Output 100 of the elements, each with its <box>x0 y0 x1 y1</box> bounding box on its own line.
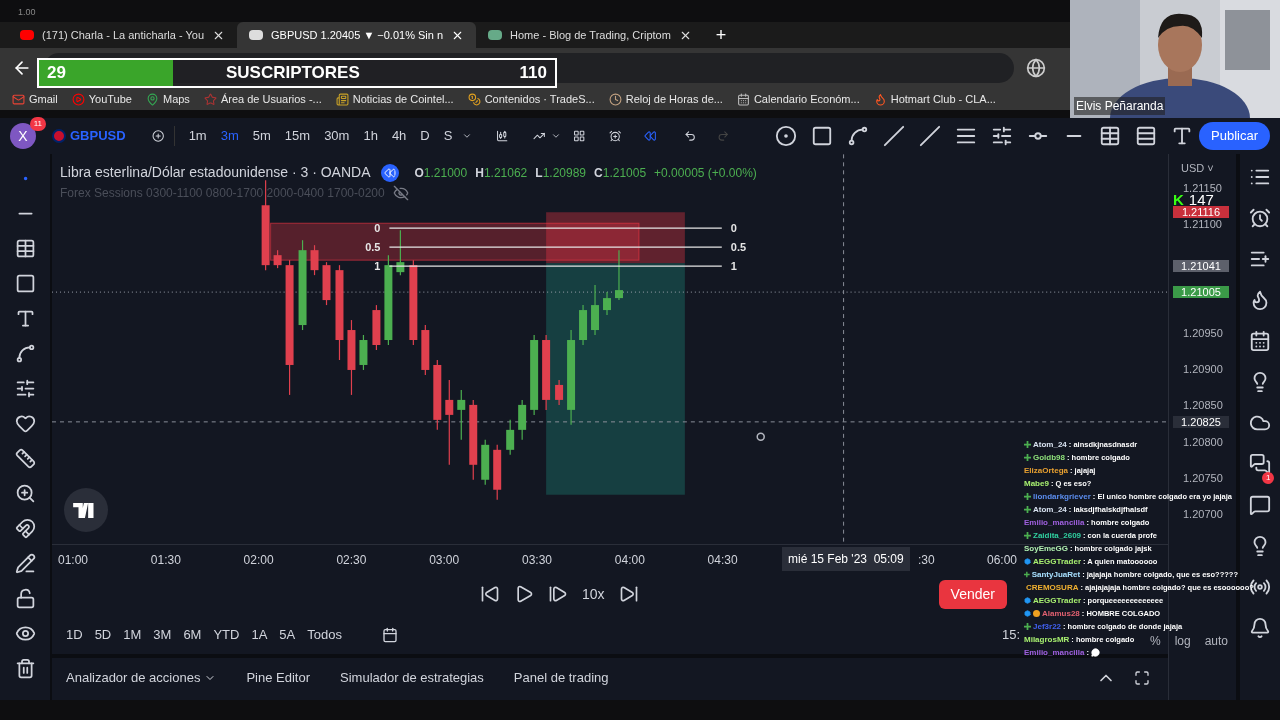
replay-icon[interactable] <box>380 163 399 182</box>
publish-button[interactable]: Publicar <box>1199 122 1270 150</box>
line-icon[interactable] <box>919 125 941 147</box>
ruler-icon[interactable] <box>14 448 36 469</box>
price-change: +0.00005 (+0.00%) <box>654 164 757 182</box>
interval-button[interactable]: 5m <box>248 126 275 146</box>
chat-username: liondarkgriever <box>1033 491 1091 503</box>
scale-option[interactable]: auto <box>1204 634 1229 648</box>
scale-option[interactable]: log <box>1174 634 1191 648</box>
currency-selector[interactable]: USD ˅ <box>1181 160 1214 177</box>
browser-tab[interactable]: Home - Blog de Trading, Criptom <box>476 22 704 48</box>
webcam-caption: Elvis Peñaranda <box>1074 97 1166 115</box>
bookmark[interactable]: Calendario Económ... <box>736 90 860 108</box>
range-button[interactable]: 6M <box>183 625 202 645</box>
bottom-panel-tab[interactable]: Analizador de acciones <box>66 668 217 688</box>
interval-button[interactable]: 15m <box>280 126 315 146</box>
scale-option[interactable]: % <box>1150 634 1161 648</box>
play-icon[interactable] <box>514 584 534 604</box>
hidden-icon[interactable] <box>392 185 409 201</box>
price-axis-label: 1.20800 <box>1183 435 1223 448</box>
nodes-icon[interactable] <box>847 125 869 147</box>
bell-icon[interactable] <box>1249 617 1271 639</box>
trash-icon[interactable] <box>14 658 36 679</box>
jump-end-icon[interactable] <box>618 584 639 604</box>
interval-button[interactable]: 1m <box>184 126 211 146</box>
bookmark[interactable]: Noticias de Cointel... <box>335 90 454 108</box>
interval-button[interactable]: 4h <box>387 126 411 146</box>
pattern-icon[interactable] <box>14 343 36 364</box>
cube-badge-icon <box>1024 610 1031 617</box>
new-tab-button[interactable]: + <box>703 22 739 48</box>
candle <box>396 229 405 276</box>
time-axis-label: 01:30 <box>150 552 181 569</box>
text-icon[interactable] <box>1171 125 1193 147</box>
ohlc-value: O1.21000 <box>414 164 468 182</box>
heart-icon[interactable] <box>14 413 36 434</box>
bottom-panel-tab[interactable]: Simulador de estrategias <box>340 668 484 688</box>
take-profit-zone[interactable] <box>546 263 685 495</box>
browser-tab[interactable]: GBPUSD 1.20405 ▼ −0.01% Sin n <box>237 22 477 48</box>
bookmark-icon <box>71 92 85 106</box>
alarm-clock-icon[interactable] <box>1249 207 1271 229</box>
candle <box>591 284 599 336</box>
bookmark[interactable]: Reloj de Horas de... <box>608 90 723 108</box>
pencil-icon[interactable] <box>14 553 36 574</box>
range-button[interactable]: 1A <box>251 625 268 645</box>
interval-button[interactable]: 3m <box>216 126 243 146</box>
range-button[interactable]: 5A <box>279 625 296 645</box>
fibonacci-zone[interactable] <box>270 222 640 261</box>
bookmark[interactable]: Área de Usuarios -... <box>203 90 322 108</box>
chat-icon[interactable] <box>1249 453 1271 475</box>
range-button[interactable]: Todos <box>307 625 342 645</box>
speed-button[interactable]: 10x <box>582 583 605 605</box>
range-button[interactable]: 5D <box>94 625 112 645</box>
interval-button[interactable]: 1h <box>359 126 382 146</box>
range-button[interactable]: 1D <box>66 625 83 645</box>
sliders-icon[interactable] <box>14 378 36 399</box>
price-tag: 1.21005 <box>1173 286 1229 299</box>
range-button[interactable]: 3M <box>153 625 172 645</box>
interval-button[interactable]: 30m <box>320 126 354 146</box>
interval-button[interactable]: S <box>439 126 457 146</box>
browser-tab[interactable]: (171) Charla - La anticharla - You <box>8 22 238 48</box>
rows-icon[interactable] <box>1135 125 1157 147</box>
plus-badge-icon <box>1024 571 1030 578</box>
price-axis-label: 1.21150 <box>1183 182 1222 194</box>
circle-icon[interactable] <box>775 125 797 147</box>
zoom-icon[interactable] <box>14 483 36 504</box>
maximize-icon[interactable] <box>1134 670 1150 686</box>
bookmark[interactable]: YouTube <box>71 90 132 108</box>
calendar-icon[interactable] <box>1249 330 1271 352</box>
profile-icon[interactable] <box>1026 58 1046 78</box>
range-button[interactable]: 1M <box>123 625 142 645</box>
bottom-panel-tab[interactable]: Panel de trading <box>513 668 609 688</box>
square-icon[interactable] <box>14 273 36 294</box>
stop-loss-zone[interactable] <box>546 212 685 264</box>
tab-favicon-icon <box>249 30 264 40</box>
lock-icon[interactable] <box>14 588 36 609</box>
square-icon[interactable] <box>811 125 833 147</box>
step-forward-icon[interactable] <box>548 584 568 604</box>
bookmark[interactable]: Contenidos · TradeS... <box>467 90 595 108</box>
jump-back-icon[interactable] <box>480 584 500 604</box>
plus-badge-icon <box>1024 441 1031 448</box>
sliders-icon[interactable] <box>991 125 1013 147</box>
message-icon[interactable] <box>1249 494 1271 516</box>
candle <box>579 304 588 346</box>
symbol-search[interactable]: GBPUSD <box>52 126 126 146</box>
time-axis-label: :30 <box>918 552 935 569</box>
interval-button[interactable]: D <box>416 126 434 146</box>
date-range-icon[interactable] <box>381 627 398 643</box>
chat-username: MilagrosMR <box>1024 634 1070 646</box>
bookmark[interactable]: Hotmart Club - CLA... <box>873 90 996 108</box>
tradingview-logo-icon[interactable] <box>64 488 108 532</box>
bookmark[interactable]: Maps <box>145 90 190 108</box>
range-button[interactable]: YTD <box>213 625 240 645</box>
grid-icon[interactable] <box>14 238 36 259</box>
sell-button[interactable]: Vender <box>938 579 1007 609</box>
goal-current: 29 <box>47 62 66 85</box>
grid-icon[interactable] <box>1099 125 1121 147</box>
bottom-panel-tab[interactable]: Pine Editor <box>246 668 310 688</box>
bookmark[interactable]: Gmail <box>12 90 58 108</box>
magnet-icon[interactable] <box>14 518 36 539</box>
flag-icon <box>52 129 66 143</box>
